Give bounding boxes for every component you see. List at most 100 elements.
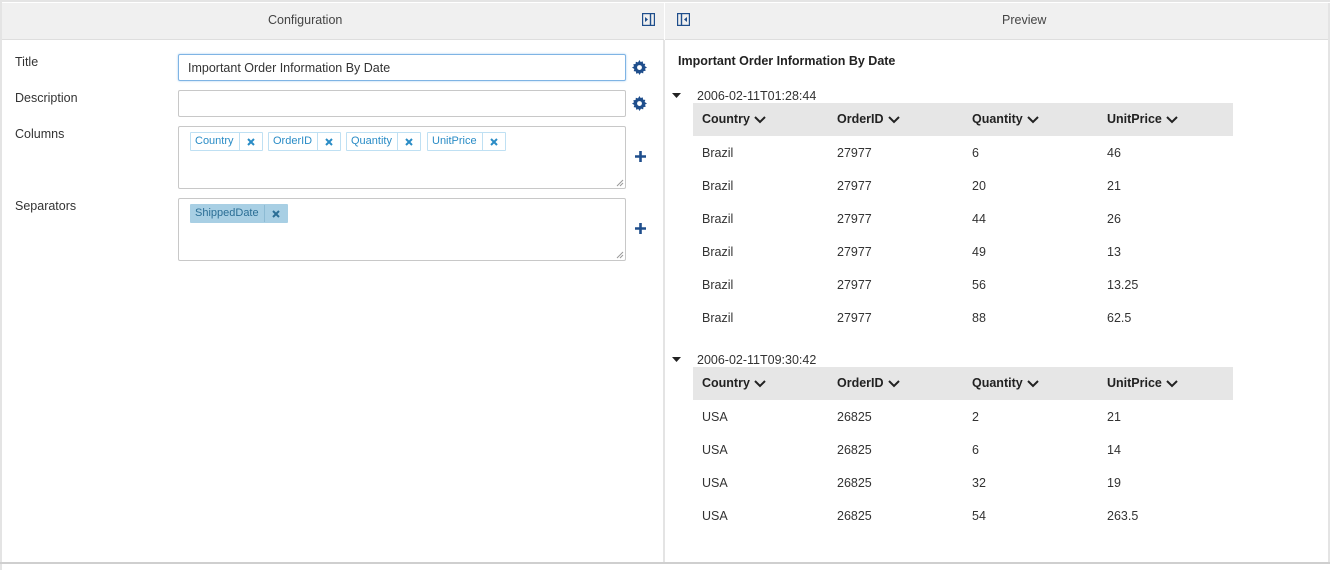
table-cell: 19 <box>1107 476 1121 490</box>
column-header-label: Quantity <box>972 376 1023 390</box>
preview-title-label: Preview <box>1002 13 1047 27</box>
table-cell: 14 <box>1107 443 1121 457</box>
column-tag-label: OrderID <box>269 133 319 150</box>
table-cell: 27977 <box>837 146 872 160</box>
title-input[interactable] <box>178 54 626 81</box>
panel-divider[interactable] <box>663 40 665 562</box>
column-header-label: OrderID <box>837 112 884 126</box>
table-cell: 2 <box>972 410 979 424</box>
table-cell: USA <box>702 443 728 457</box>
table-cell: Brazil <box>702 179 734 193</box>
collapse-right-icon[interactable] <box>642 13 655 26</box>
column-tag-label: Quantity <box>347 133 398 150</box>
column-header-unitprice[interactable]: UnitPrice <box>1107 367 1178 400</box>
table-cell: 26825 <box>837 410 872 424</box>
chevron-down-icon <box>887 379 900 387</box>
table-cell: 27977 <box>837 245 872 259</box>
preview-header: Preview <box>665 3 1328 40</box>
configuration-header: Configuration <box>2 3 664 40</box>
column-header-quantity[interactable]: Quantity <box>972 367 1039 400</box>
chevron-down-icon <box>887 115 900 123</box>
table-cell: 27977 <box>837 311 872 325</box>
column-header-country[interactable]: Country <box>702 367 766 400</box>
column-tag-label: Country <box>191 133 240 150</box>
caret-down-icon[interactable] <box>672 93 681 99</box>
plus-icon[interactable] <box>634 150 647 163</box>
close-icon[interactable] <box>240 133 262 150</box>
table-cell: 21 <box>1107 179 1121 193</box>
table-cell: 49 <box>972 245 986 259</box>
table-cell: 6 <box>972 443 979 457</box>
column-header-label: UnitPrice <box>1107 376 1162 390</box>
chevron-down-icon <box>754 115 766 123</box>
chevron-down-icon <box>1166 379 1178 387</box>
table-cell: 88 <box>972 311 986 325</box>
chevron-down-icon <box>1166 115 1178 123</box>
group-label: 2006-02-11T09:30:42 <box>697 353 817 367</box>
table-cell: 6 <box>972 146 979 160</box>
gear-icon[interactable] <box>632 96 647 111</box>
bottom-border <box>0 562 1330 564</box>
column-tag: Quantity <box>346 132 421 151</box>
close-icon[interactable] <box>398 133 420 150</box>
separators-tag-input[interactable]: ShippedDate <box>178 198 626 261</box>
table-cell: 26825 <box>837 509 872 523</box>
separator-tag: ShippedDate <box>190 204 288 223</box>
collapse-left-icon[interactable] <box>677 13 690 26</box>
column-header-orderid[interactable]: OrderID <box>837 103 900 136</box>
separator-tag-label: ShippedDate <box>191 205 265 222</box>
column-header-quantity[interactable]: Quantity <box>972 103 1039 136</box>
caret-down-icon[interactable] <box>672 357 681 363</box>
table-cell: USA <box>702 509 728 523</box>
columns-tag-input[interactable]: Country OrderID Quantity UnitPrice <box>178 126 626 189</box>
chevron-down-icon <box>1026 115 1039 123</box>
plus-icon[interactable] <box>634 222 647 235</box>
table-cell: 263.5 <box>1107 509 1139 523</box>
table-cell: USA <box>702 476 728 490</box>
table-cell: 56 <box>972 278 986 292</box>
resize-grip-icon[interactable] <box>614 177 624 187</box>
column-header-label: OrderID <box>837 376 884 390</box>
column-tag: Country <box>190 132 263 151</box>
table-cell: Brazil <box>702 245 734 259</box>
column-header-country[interactable]: Country <box>702 103 766 136</box>
table-cell: 44 <box>972 212 986 226</box>
column-header-label: Country <box>702 112 750 126</box>
table-cell: 62.5 <box>1107 311 1132 325</box>
group-label: 2006-02-11T01:28:44 <box>697 89 817 103</box>
gear-icon[interactable] <box>632 60 647 75</box>
column-header-orderid[interactable]: OrderID <box>837 367 900 400</box>
column-header-label: Quantity <box>972 112 1023 126</box>
title-label: Title <box>15 55 39 69</box>
resize-grip-icon[interactable] <box>614 249 624 259</box>
table-cell: Brazil <box>702 212 734 226</box>
preview-report-title: Important Order Information By Date <box>678 54 896 68</box>
table-cell: Brazil <box>702 146 734 160</box>
description-label: Description <box>15 91 78 105</box>
table-cell: 27977 <box>837 179 872 193</box>
table-cell: 46 <box>1107 146 1121 160</box>
grid-header: Country OrderID Quantity UnitPrice <box>693 367 1233 400</box>
column-tag: OrderID <box>268 132 342 151</box>
chevron-down-icon <box>1026 379 1039 387</box>
close-icon[interactable] <box>483 133 505 150</box>
table-cell: USA <box>702 410 728 424</box>
column-tag: UnitPrice <box>427 132 506 151</box>
description-input[interactable] <box>178 90 626 117</box>
table-cell: 26825 <box>837 443 872 457</box>
table-cell: 13 <box>1107 245 1121 259</box>
configuration-title: Configuration <box>268 13 343 27</box>
chevron-down-icon <box>754 379 766 387</box>
table-cell: 54 <box>972 509 986 523</box>
column-header-label: UnitPrice <box>1107 112 1162 126</box>
separators-label: Separators <box>15 199 77 213</box>
table-cell: 20 <box>972 179 986 193</box>
close-icon[interactable] <box>265 205 287 222</box>
table-cell: Brazil <box>702 278 734 292</box>
table-cell: 21 <box>1107 410 1121 424</box>
table-cell: 26 <box>1107 212 1121 226</box>
table-cell: 32 <box>972 476 986 490</box>
close-icon[interactable] <box>318 133 340 150</box>
table-cell: 27977 <box>837 212 872 226</box>
column-header-unitprice[interactable]: UnitPrice <box>1107 103 1178 136</box>
